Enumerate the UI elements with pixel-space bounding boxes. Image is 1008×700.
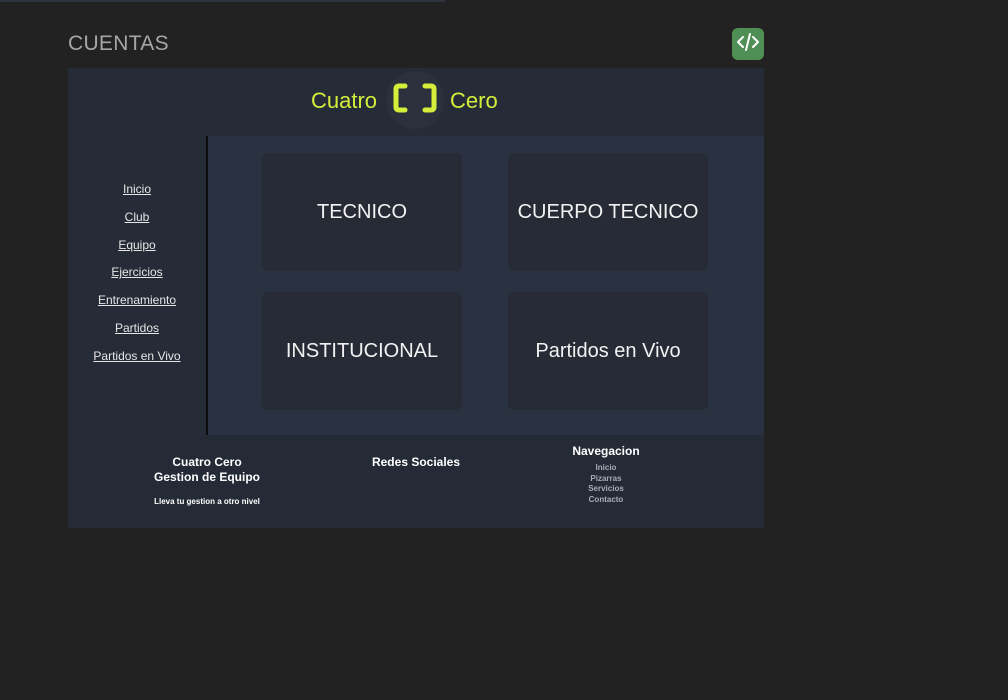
top-divider xyxy=(0,0,445,2)
sidebar-link-entrenamiento[interactable]: Entrenamiento xyxy=(98,293,176,307)
footer-social-title: Redes Sociales xyxy=(371,455,461,469)
code-icon xyxy=(736,32,760,57)
sidebar-link-equipo[interactable]: Equipo xyxy=(118,238,155,252)
card-cuerpo-tecnico[interactable]: CUERPO TECNICO xyxy=(508,153,708,271)
sidebar-item-partidos: Partidos xyxy=(68,319,206,347)
brand-name-left: Cuatro xyxy=(311,88,378,113)
sidebar-item-partidos-en-vivo: Partidos en Vivo xyxy=(68,347,206,375)
sidebar-link-ejercicios[interactable]: Ejercicios xyxy=(111,265,162,279)
footer-nav-title: Navegacion xyxy=(572,444,640,458)
card-partidos-en-vivo[interactable]: Partidos en Vivo xyxy=(508,292,708,410)
sidebar-link-partidos-en-vivo[interactable]: Partidos en Vivo xyxy=(93,349,180,363)
sidebar-link-partidos[interactable]: Partidos xyxy=(115,321,159,335)
sidebar-item-ejercicios: Ejercicios xyxy=(68,263,206,291)
sidebar-item-inicio: Inicio xyxy=(68,180,206,208)
footer-brand-name: Cuatro Cero xyxy=(172,455,242,469)
footer-nav-link-inicio[interactable]: Inicio xyxy=(556,463,656,474)
brand-logo[interactable] xyxy=(386,71,444,129)
footer-brand: Cuatro Cero Gestion de Equipo xyxy=(144,455,270,485)
app-footer: Cuatro Cero Gestion de Equipo Lleva tu g… xyxy=(68,435,764,528)
app-frame: Cuatro Cero Inicio Club Equipo Ejercicio… xyxy=(68,68,764,528)
sidebar-item-club: Club xyxy=(68,208,206,236)
brand-name-right: Cero xyxy=(450,88,498,113)
card-tecnico[interactable]: TECNICO xyxy=(262,153,462,271)
card-institucional[interactable]: INSTITUCIONAL xyxy=(262,292,462,410)
footer-tagline: Lleva tu gestion a otro nivel xyxy=(154,497,260,506)
code-view-button[interactable] xyxy=(732,28,764,60)
sidebar-link-inicio[interactable]: Inicio xyxy=(123,182,151,196)
page-title: CUENTAS xyxy=(68,32,169,55)
footer-nav-link-servicios[interactable]: Servicios xyxy=(556,484,656,495)
sidebar-item-entrenamiento: Entrenamiento xyxy=(68,291,206,319)
footer-brand-subtitle: Gestion de Equipo xyxy=(153,470,260,484)
footer-nav-list: Inicio Pizarras Servicios Contacto xyxy=(556,463,656,505)
app-header: Cuatro Cero xyxy=(68,68,764,136)
sidebar-item-equipo: Equipo xyxy=(68,236,206,264)
footer-nav-link-contacto[interactable]: Contacto xyxy=(556,495,656,506)
brackets-logo-icon xyxy=(393,83,437,118)
sidebar-link-club[interactable]: Club xyxy=(125,210,150,224)
footer-nav-link-pizarras[interactable]: Pizarras xyxy=(556,474,656,485)
